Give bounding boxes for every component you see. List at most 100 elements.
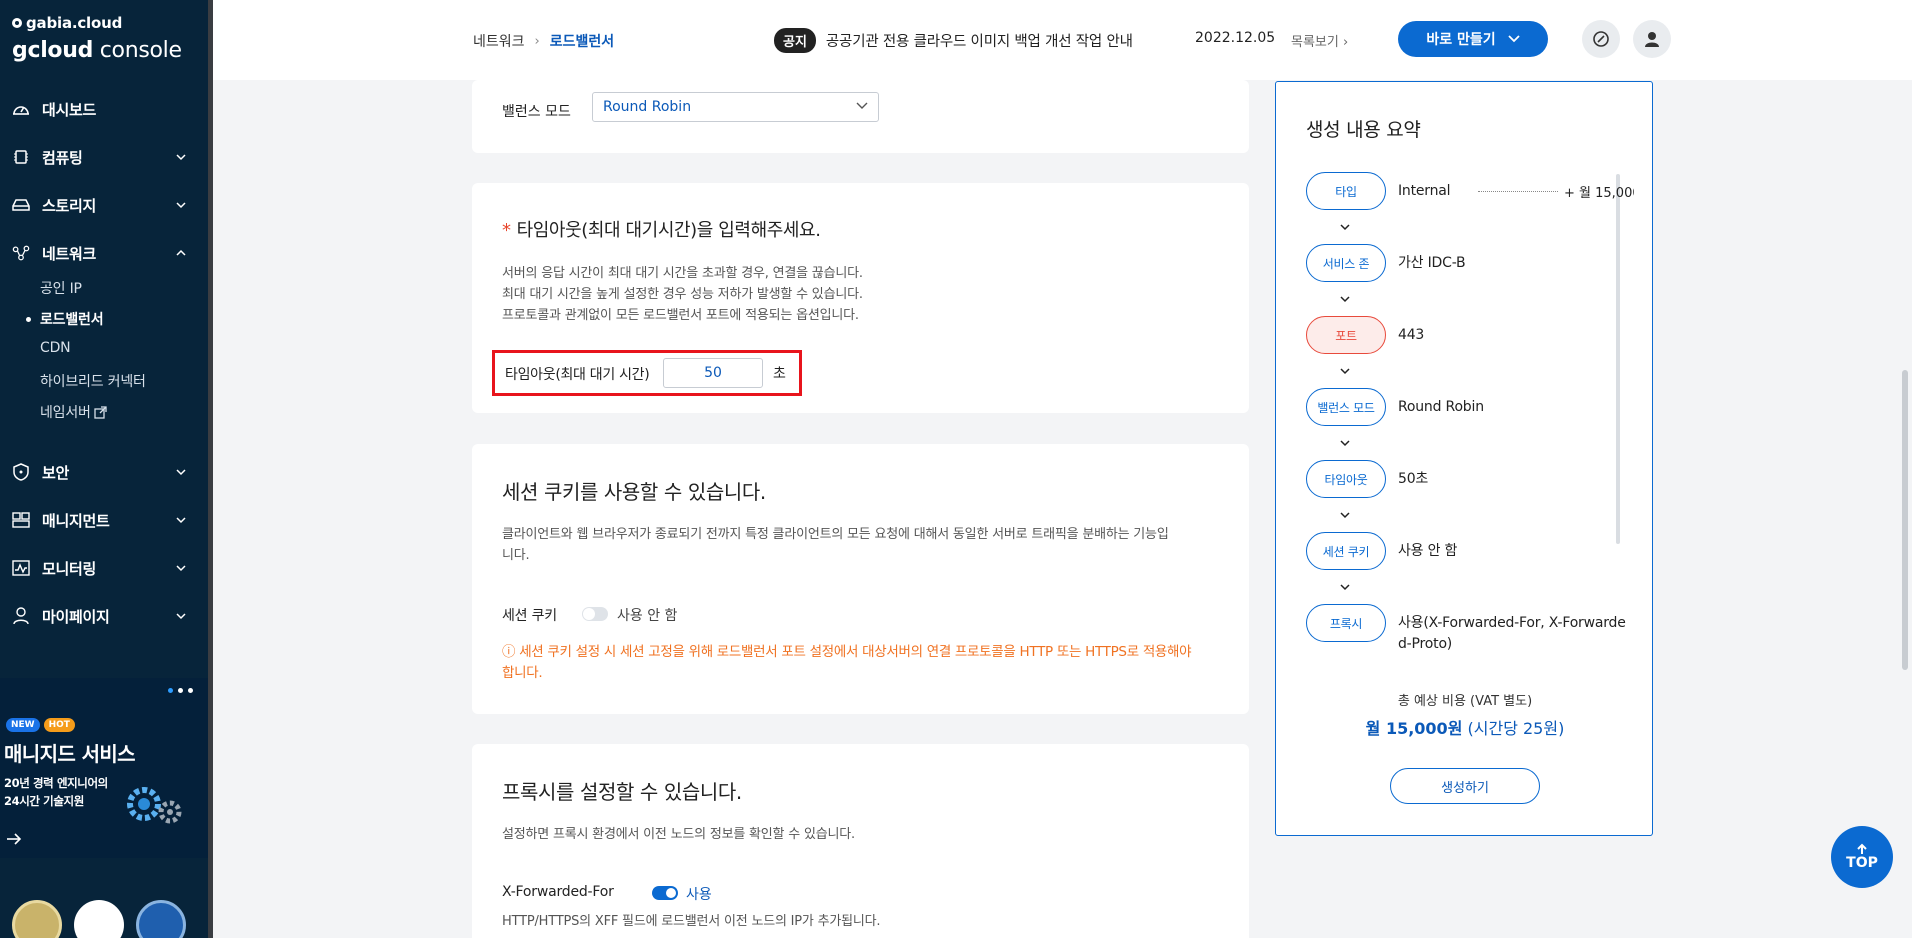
console-logo[interactable]: gcloud console xyxy=(12,38,182,63)
chevron-down-icon xyxy=(1340,296,1350,303)
promo-banner[interactable]: NEW HOT 매니지드 서비스 20년 경력 엔지니어의 24시간 기술지원 xyxy=(0,678,208,858)
notice-list-link[interactable]: 목록보기 › xyxy=(1291,31,1348,50)
summary-type-price: + 월 15,000 원 xyxy=(1564,186,1634,201)
required-mark: * xyxy=(502,220,511,241)
create-button[interactable]: 생성하기 xyxy=(1390,768,1540,804)
xff-toggle[interactable] xyxy=(652,886,678,900)
sidebar-sub-public-ip[interactable]: 공인 IP xyxy=(40,278,82,298)
csap-badge xyxy=(136,900,186,938)
timeout-card: * 타임아웃(최대 대기시간)을 입력해주세요. 서버의 응답 시간이 최대 대기… xyxy=(472,183,1249,413)
carousel-dots[interactable] xyxy=(168,688,193,693)
monitor-icon xyxy=(12,559,30,577)
certification-badge xyxy=(12,900,62,938)
carousel-dot[interactable] xyxy=(168,688,173,693)
timeout-field-highlight: 타임아웃(최대 대기 시간) 50 초 xyxy=(492,350,802,396)
carousel-dot[interactable] xyxy=(178,688,183,693)
notice-banner[interactable]: 공지 공공기관 전용 클라우드 이미지 백업 개선 작업 안내 xyxy=(774,28,1133,53)
timeout-input[interactable]: 50 xyxy=(663,358,763,388)
balance-mode-select[interactable]: Round Robin xyxy=(592,92,879,122)
management-icon xyxy=(12,511,30,529)
proxy-description: 설정하면 프록시 환경에서 이전 노드의 정보를 확인할 수 있습니다. xyxy=(502,827,855,842)
external-link-icon xyxy=(94,405,107,419)
arrow-right-icon[interactable] xyxy=(6,832,22,846)
shield-icon xyxy=(12,463,30,481)
chat-button[interactable] xyxy=(1582,20,1620,58)
network-icon xyxy=(12,244,30,262)
breadcrumb-network[interactable]: 네트워크 xyxy=(473,31,525,51)
balance-mode-card: 밸런스 모드 Round Robin xyxy=(472,80,1249,153)
summary-step-zone[interactable]: 서비스 존 xyxy=(1306,244,1386,282)
sidebar-item-management[interactable]: 매니지먼트 xyxy=(0,505,208,535)
timeout-description: 서버의 응답 시간이 최대 대기 시간을 초과할 경우, 연결을 끊습니다. 최… xyxy=(502,266,863,323)
sidebar-item-security[interactable]: 보안 xyxy=(0,457,208,487)
notice-tag: 공지 xyxy=(774,28,816,53)
summary-step-port[interactable]: 포트 xyxy=(1306,316,1386,354)
summary-value-balance-mode: Round Robin xyxy=(1398,399,1484,415)
total-cost-label: 총 예상 비용 (VAT 별도) xyxy=(1397,694,1533,709)
xff-description: HTTP/HTTPS의 XFF 필드에 로드밸런서 이전 노드의 IP가 추가됩… xyxy=(502,914,881,929)
summary-value-proxy: 사용(X-Forwarded-For, X-Forwarde d-Proto) xyxy=(1398,615,1626,652)
breadcrumb: 네트워크 › 로드밸런서 xyxy=(473,31,614,51)
summary-value-zone: 가산 IDC-B xyxy=(1398,255,1466,271)
xff-toggle-label: 사용 xyxy=(686,887,712,903)
sidebar-item-monitoring[interactable]: 모니터링 xyxy=(0,553,208,583)
chevron-down-icon xyxy=(1340,224,1350,231)
notice-date: 2022.12.05 xyxy=(1195,30,1276,46)
sidebar-item-dashboard[interactable]: 대시보드 xyxy=(0,94,208,124)
sidebar-item-mypage[interactable]: 마이페이지 xyxy=(0,601,208,631)
profile-button[interactable] xyxy=(1633,20,1671,58)
summary-step-timeout[interactable]: 타임아웃 xyxy=(1306,460,1386,498)
breadcrumb-loadbalancer[interactable]: 로드밸런서 xyxy=(550,31,614,51)
chevron-right-icon: › xyxy=(1342,35,1349,50)
chevron-down-icon xyxy=(1340,368,1350,375)
breadcrumb-separator-icon: › xyxy=(534,33,540,49)
sidebar-scrollbar[interactable] xyxy=(208,0,213,938)
timeout-unit: 초 xyxy=(773,366,786,382)
summary-scrollbar[interactable] xyxy=(1616,174,1620,544)
summary-step-type[interactable]: 타입 xyxy=(1306,172,1386,210)
user-icon xyxy=(1645,32,1659,47)
timeout-title: * 타임아웃(최대 대기시간)을 입력해주세요. xyxy=(502,220,821,241)
page-scrollbar[interactable] xyxy=(1902,370,1908,670)
summary-step-proxy[interactable]: 프록시 xyxy=(1306,604,1386,642)
session-cookie-toggle[interactable] xyxy=(582,607,608,621)
creation-summary-panel: 생성 내용 요약 타입 Internal + 월 15,000 원 서비스 존 … xyxy=(1275,81,1653,836)
sidebar: gabia.cloud gcloud console 대시보드 컴퓨팅 스토리지… xyxy=(0,0,208,938)
carousel-dot[interactable] xyxy=(188,688,193,693)
session-title: 세션 쿠키를 사용할 수 있습니다. xyxy=(502,480,766,504)
proxy-title: 프록시를 설정할 수 있습니다. xyxy=(502,780,742,804)
certification-badges xyxy=(0,892,208,938)
sidebar-sub-hybrid-connector[interactable]: 하이브리드 커넥터 xyxy=(40,371,146,391)
chevron-down-icon xyxy=(856,102,868,109)
summary-value-type: Internal xyxy=(1398,183,1451,199)
summary-title: 생성 내용 요약 xyxy=(1306,119,1421,141)
chevron-down-icon xyxy=(1340,512,1350,519)
gabia-logo[interactable]: gabia.cloud xyxy=(12,14,122,32)
total-cost-value: 월 15,000원 (시간당 25원) xyxy=(1365,719,1565,738)
sidebar-item-network[interactable]: 네트워크 xyxy=(0,238,208,268)
chevron-down-icon xyxy=(176,469,186,476)
chevron-down-icon xyxy=(1508,35,1520,43)
storage-icon xyxy=(12,196,30,214)
sidebar-sub-cdn[interactable]: CDN xyxy=(40,340,71,356)
chevron-down-icon xyxy=(176,517,186,524)
chevron-up-icon xyxy=(176,249,186,256)
session-cookie-card: 세션 쿠키를 사용할 수 있습니다. 클라이언트와 웹 브라우저가 종료되기 전… xyxy=(472,444,1249,714)
session-description: 클라이언트와 웹 브라우저가 종료되기 전까지 특정 클라이언트의 모든 요청에… xyxy=(502,527,1169,563)
sidebar-sub-nameserver[interactable]: 네임서버 xyxy=(40,402,107,422)
dashboard-icon xyxy=(12,100,30,118)
sidebar-item-storage[interactable]: 스토리지 xyxy=(0,190,208,220)
summary-value-session-cookie: 사용 안 함 xyxy=(1398,543,1458,559)
chevron-down-icon xyxy=(176,202,186,209)
chevron-down-icon xyxy=(176,154,186,161)
session-cookie-toggle-label: 사용 안 함 xyxy=(617,608,678,624)
sidebar-item-computing[interactable]: 컴퓨팅 xyxy=(0,142,208,172)
summary-step-session-cookie[interactable]: 세션 쿠키 xyxy=(1306,532,1386,570)
quick-create-button[interactable]: 바로 만들기 xyxy=(1398,21,1548,57)
summary-step-balance-mode[interactable]: 밸런스 모드 xyxy=(1306,388,1386,426)
scroll-top-button[interactable]: TOP xyxy=(1831,826,1893,888)
sidebar-sub-loadbalancer[interactable]: 로드밸런서 xyxy=(25,309,104,329)
notice-text[interactable]: 공공기관 전용 클라우드 이미지 백업 개선 작업 안내 xyxy=(826,30,1133,51)
gabia-logo-icon xyxy=(12,18,22,28)
price-leader-line xyxy=(1478,191,1558,192)
